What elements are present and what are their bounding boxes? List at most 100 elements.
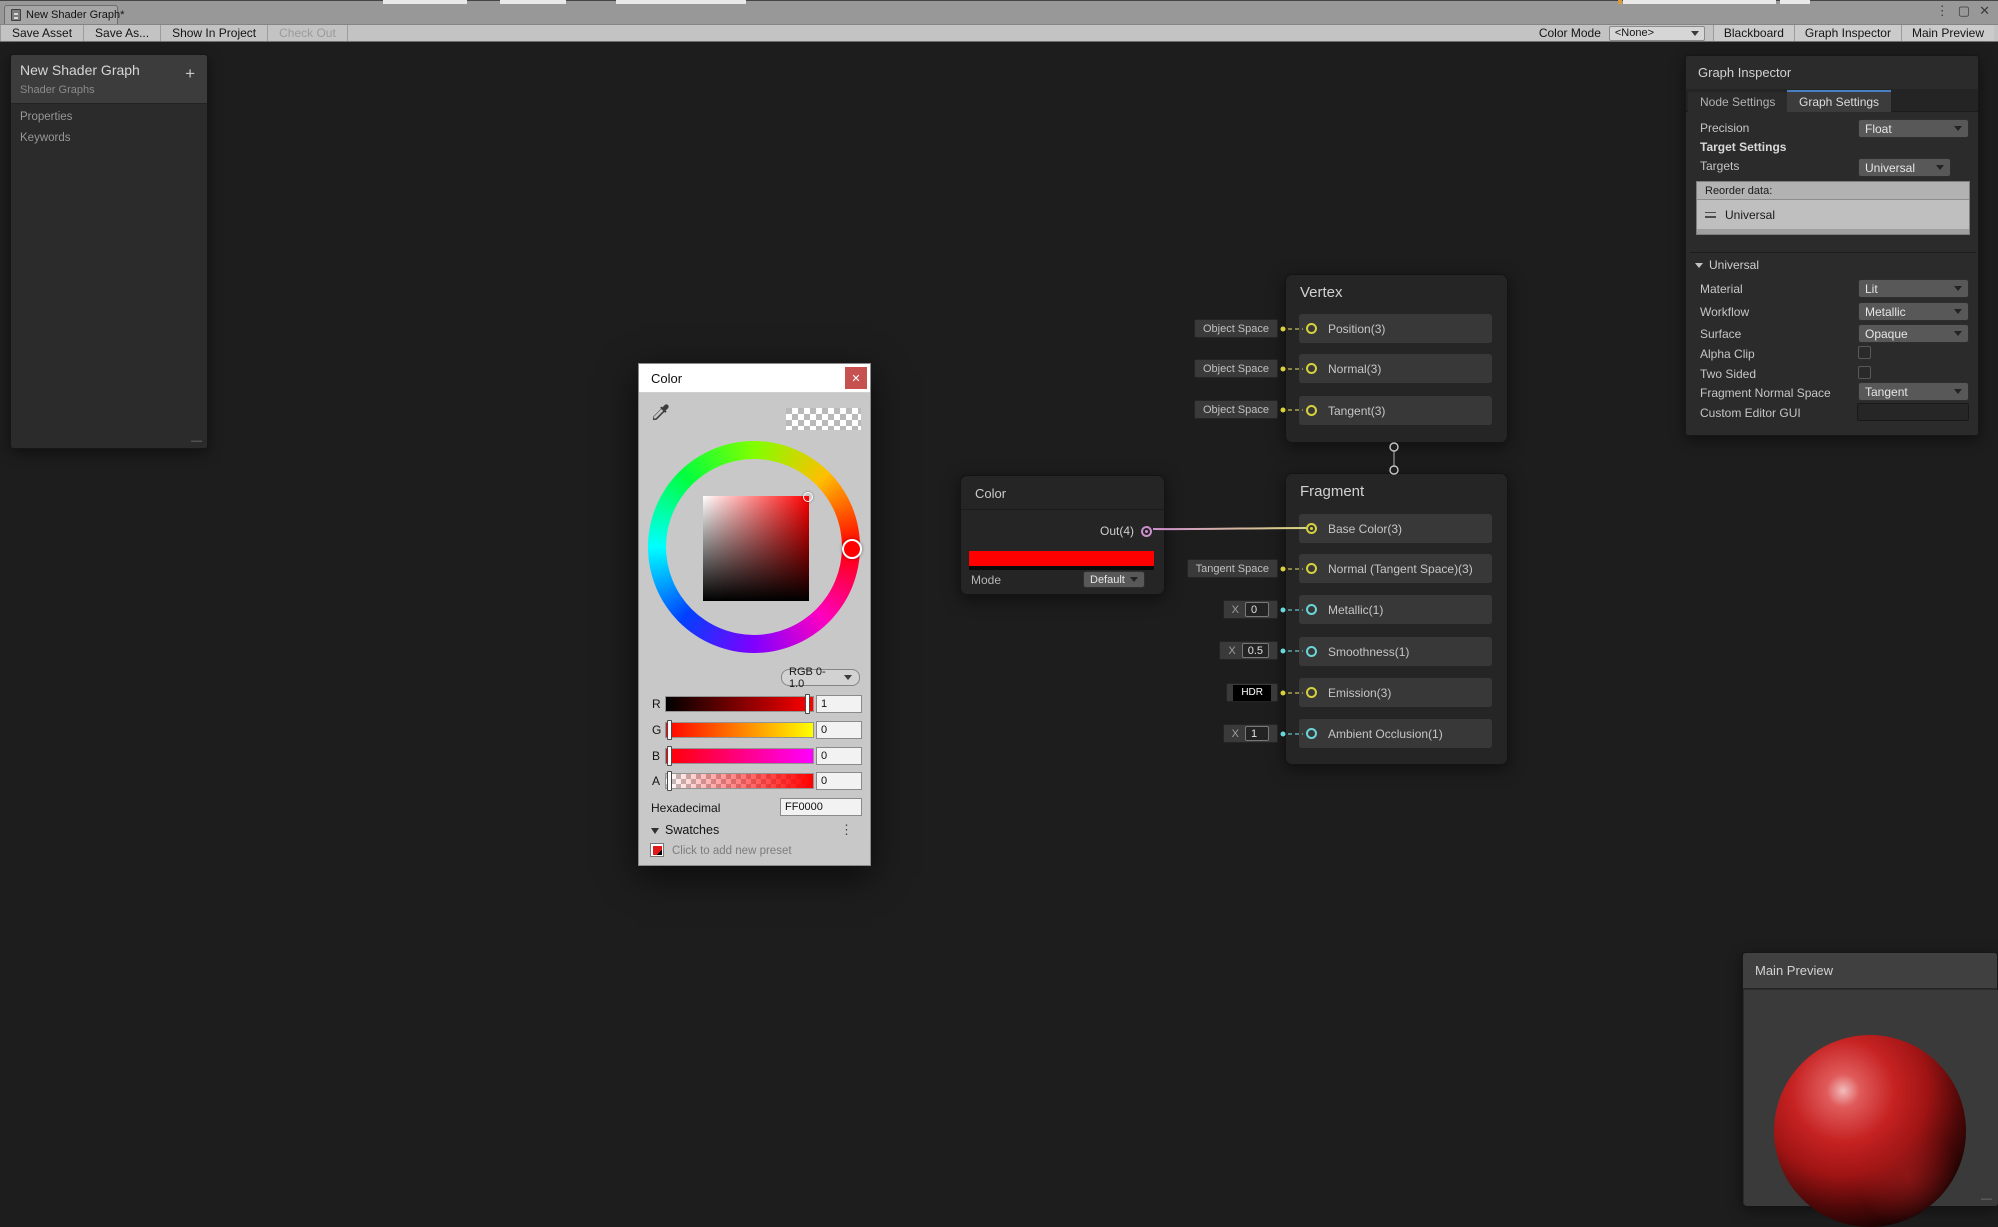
red-value-field[interactable]: 1 [816, 695, 862, 713]
main-preview-viewport[interactable] [1744, 990, 1998, 1206]
vertex-node[interactable]: Vertex Position(3) Normal(3) Tangent(3) [1285, 274, 1508, 443]
preview-sphere[interactable] [1774, 1035, 1966, 1227]
swatches-menu-icon[interactable]: ⋮ [840, 822, 853, 838]
add-preset-swatch[interactable] [650, 843, 664, 857]
float-port-icon[interactable] [1306, 728, 1317, 739]
green-value-field[interactable]: 0 [816, 721, 862, 739]
window-maximize-icon[interactable]: ▢ [1958, 3, 1970, 19]
targets-dropdown[interactable]: Universal [1858, 158, 1951, 177]
fragment-node[interactable]: Fragment Base Color(3) Normal (Tangent S… [1285, 473, 1508, 765]
color-mode-dropdown[interactable]: <None> [1609, 26, 1705, 41]
vector3-port-icon[interactable] [1306, 687, 1317, 698]
float-port-icon[interactable] [1306, 646, 1317, 657]
graph-inspector-toggle-button[interactable]: Graph Inspector [1794, 25, 1901, 41]
out-port[interactable] [1141, 526, 1152, 537]
add-property-button[interactable]: + [185, 64, 195, 84]
object-space-chip[interactable]: Object Space [1194, 400, 1278, 419]
blackboard-subtitle: Shader Graphs [20, 84, 95, 96]
saturation-value-marker[interactable] [803, 492, 813, 502]
metallic-value-chip[interactable]: X 0 [1223, 600, 1278, 619]
tab-node-settings[interactable]: Node Settings [1688, 92, 1787, 112]
inspector-tab-bar: Node Settings Graph Settings [1686, 89, 1978, 112]
tab-graph-settings[interactable]: Graph Settings [1787, 90, 1891, 112]
chevron-down-icon [1954, 286, 1962, 291]
green-slider[interactable] [665, 722, 814, 738]
vertex-slot-position[interactable]: Position(3) [1299, 314, 1492, 343]
ambient-occlusion-value-chip[interactable]: X 1 [1223, 724, 1278, 743]
precision-dropdown[interactable]: Float [1858, 119, 1969, 138]
blue-slider[interactable] [665, 748, 814, 764]
window-close-icon[interactable]: ✕ [1979, 3, 1990, 19]
universal-foldout[interactable]: Universal [1695, 258, 1759, 272]
color-swatch-field[interactable] [969, 551, 1154, 566]
surface-dropdown[interactable]: Opaque [1858, 324, 1969, 343]
hue-ring-marker[interactable] [842, 539, 862, 559]
vector3-port-icon[interactable] [1306, 563, 1317, 574]
smoothness-value-field[interactable]: 0.5 [1242, 643, 1269, 658]
show-in-project-button[interactable]: Show In Project [161, 25, 268, 41]
saturation-value-box[interactable] [703, 496, 809, 601]
divider [961, 509, 1164, 510]
dialog-title-bar[interactable]: Color ✕ [639, 364, 870, 393]
fragment-slot-metallic[interactable]: Metallic(1) [1299, 595, 1492, 624]
red-slider[interactable] [665, 696, 814, 712]
tangent-space-chip[interactable]: Tangent Space [1187, 559, 1278, 578]
fragment-slot-base-color[interactable]: Base Color(3) [1299, 514, 1492, 543]
blue-slider-handle[interactable] [667, 746, 672, 766]
mode-dropdown[interactable]: Default [1083, 571, 1145, 588]
green-slider-handle[interactable] [667, 720, 672, 740]
eyedropper-icon[interactable] [649, 402, 671, 424]
hdr-color-field[interactable]: HDR [1233, 685, 1271, 701]
window-menu-icon[interactable]: ⋮ [1936, 3, 1949, 19]
emission-hdr-chip[interactable]: HDR [1226, 683, 1278, 702]
alpha-slider[interactable] [665, 773, 814, 789]
vector3-port-icon[interactable] [1306, 363, 1317, 374]
main-preview-header[interactable]: Main Preview [1743, 953, 1997, 989]
vector3-port-icon[interactable] [1306, 523, 1317, 534]
swatches-foldout-icon[interactable] [651, 828, 659, 834]
fragment-slot-ambient-occlusion[interactable]: Ambient Occlusion(1) [1299, 719, 1492, 748]
blackboard-toggle-button[interactable]: Blackboard [1713, 25, 1794, 41]
smoothness-value-chip[interactable]: X 0.5 [1219, 641, 1278, 660]
workflow-dropdown[interactable]: Metallic [1858, 302, 1969, 321]
panel-resize-handle[interactable]: — [1981, 1193, 1992, 1205]
alpha-slider-handle[interactable] [667, 771, 672, 791]
main-preview-toggle-button[interactable]: Main Preview [1901, 25, 1994, 41]
fragment-normal-space-value: Tangent [1865, 385, 1908, 399]
color-node[interactable]: Color Out(4) Mode Default [960, 475, 1165, 595]
chevron-down-icon [1954, 309, 1962, 314]
vector3-port-icon[interactable] [1306, 405, 1317, 416]
dialog-close-button[interactable]: ✕ [845, 367, 867, 389]
red-slider-handle[interactable] [805, 694, 810, 714]
object-space-chip[interactable]: Object Space [1194, 319, 1278, 338]
chevron-down-icon [844, 675, 852, 680]
fragment-slot-normal[interactable]: Normal (Tangent Space)(3) [1299, 554, 1492, 583]
fragment-slot-emission[interactable]: Emission(3) [1299, 678, 1492, 707]
float-port-icon[interactable] [1306, 604, 1317, 615]
reorder-item-universal[interactable]: Universal [1697, 200, 1969, 229]
custom-editor-gui-field[interactable] [1857, 403, 1969, 421]
fragment-normal-space-dropdown[interactable]: Tangent [1858, 382, 1969, 401]
metallic-value-field[interactable]: 0 [1245, 602, 1269, 617]
save-as-button[interactable]: Save As... [84, 25, 161, 41]
save-asset-button[interactable]: Save Asset [0, 25, 84, 41]
vertex-slot-tangent[interactable]: Tangent(3) [1299, 396, 1492, 425]
panel-resize-handle[interactable]: — [191, 435, 202, 447]
material-dropdown[interactable]: Lit [1858, 279, 1969, 298]
tab-new-shader-graph[interactable]: New Shader Graph* [4, 5, 118, 24]
vector3-port-icon[interactable] [1306, 323, 1317, 334]
vertex-slot-normal[interactable]: Normal(3) [1299, 354, 1492, 383]
hexadecimal-field[interactable]: FF0000 [780, 798, 862, 816]
ambient-occlusion-value-field[interactable]: 1 [1245, 726, 1269, 741]
blackboard-section-keywords[interactable]: Keywords [20, 132, 71, 144]
blackboard-section-properties[interactable]: Properties [20, 111, 72, 123]
drag-handle-icon[interactable] [1705, 212, 1716, 218]
color-picker-dialog: Color ✕ RGB 0-1.0 R 1 G 0 B 0 A 0 Hexade… [638, 363, 871, 866]
alpha-clip-checkbox[interactable] [1858, 346, 1871, 359]
alpha-value-field[interactable]: 0 [816, 772, 862, 790]
color-space-dropdown[interactable]: RGB 0-1.0 [781, 669, 860, 686]
two-sided-checkbox[interactable] [1858, 366, 1871, 379]
fragment-slot-smoothness[interactable]: Smoothness(1) [1299, 637, 1492, 666]
object-space-chip[interactable]: Object Space [1194, 359, 1278, 378]
blue-value-field[interactable]: 0 [816, 747, 862, 765]
